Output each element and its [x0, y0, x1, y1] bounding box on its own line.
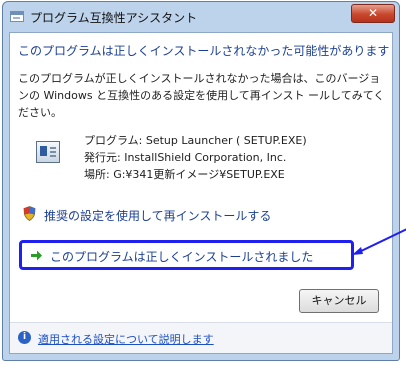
app-window-icon — [10, 11, 24, 22]
installed-correctly-option[interactable]: このプログラムは正しくインストールされました — [19, 240, 354, 270]
shield-icon — [23, 206, 36, 221]
title-bar[interactable]: プログラム互換性アシスタント ✕ — [3, 2, 399, 32]
reinstall-option-label: 推奨の設定を使用して再インストールする — [44, 209, 272, 223]
installed-option-label: このプログラムは正しくインストールされました — [50, 250, 314, 264]
program-location: 場所: G:¥341更新イメージ¥SETUP.EXE — [84, 168, 285, 181]
settings-help-link[interactable]: 適用される設定について説明します — [38, 331, 214, 347]
info-icon: i — [18, 331, 31, 344]
window-title: プログラム互換性アシスタント — [30, 11, 198, 25]
cancel-button[interactable]: キャンセル — [299, 289, 379, 313]
publisher-name: 発行元: InstallShield Corporation, Inc. — [84, 151, 287, 164]
reinstall-recommended-option[interactable]: 推奨の設定を使用して再インストールする — [18, 203, 384, 227]
dialog-content: このプログラムは正しくインストールされなかった可能性があります このプログラムが… — [9, 32, 406, 354]
close-button[interactable]: ✕ — [351, 4, 395, 23]
main-heading: このプログラムは正しくインストールされなかった可能性があります — [18, 44, 390, 58]
program-name: プログラム: Setup Launcher ( SETUP.EXE) — [84, 134, 307, 147]
description-text: このプログラムが正しくインストールされなかった場合は、このバージョンの Wind… — [18, 72, 385, 119]
dialog-footer: i 適用される設定について説明します — [10, 322, 392, 353]
program-icon — [36, 141, 60, 163]
callout-arrow — [352, 228, 406, 255]
green-arrow-icon — [31, 250, 42, 261]
dialog-window: プログラム互換性アシスタント ✕ このプログラムは正しくインストールされなかった… — [2, 1, 406, 361]
